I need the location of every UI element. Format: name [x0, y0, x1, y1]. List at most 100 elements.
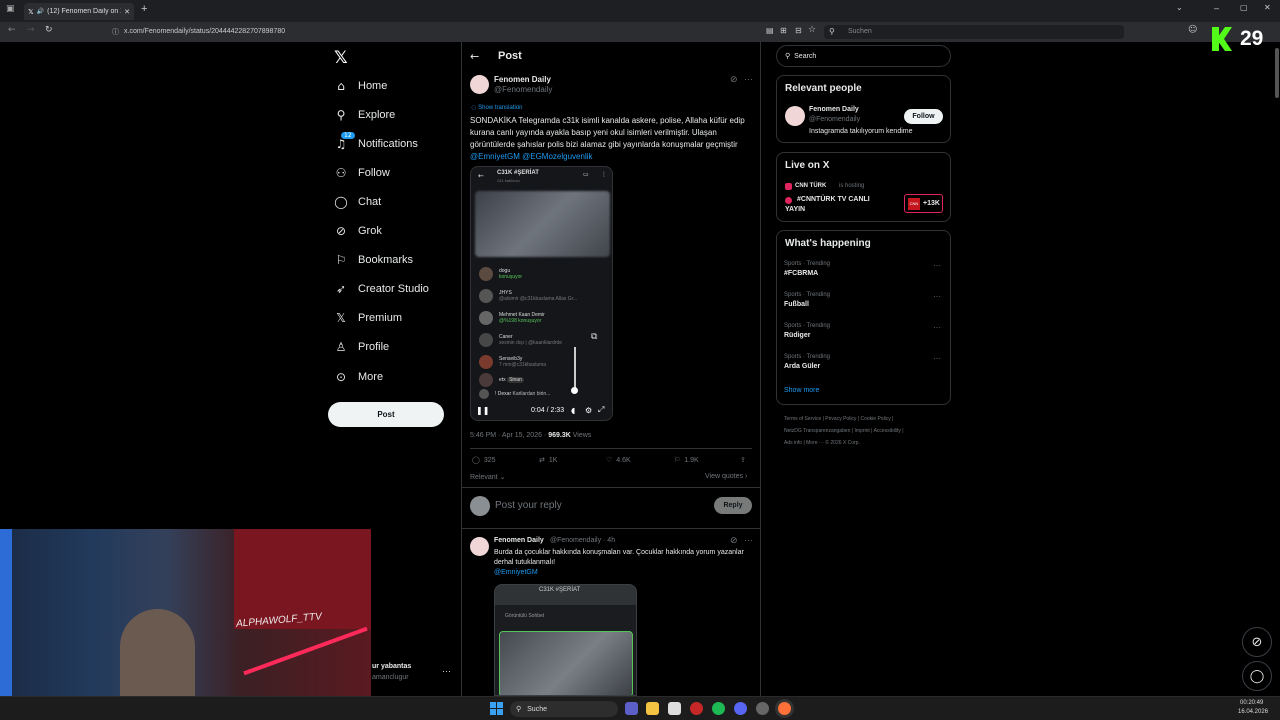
split-view-icon[interactable]: ⊟ — [795, 26, 802, 35]
show-more-link[interactable]: Show more — [784, 387, 819, 394]
spotify-icon[interactable] — [712, 702, 725, 715]
new-tab-button[interactable]: + — [141, 3, 147, 15]
teams-icon[interactable] — [625, 702, 638, 715]
settings-icon[interactable]: ⚙ — [585, 406, 592, 415]
account-name[interactable]: ur yabantas — [372, 663, 411, 670]
show-translation-link[interactable]: ◌ Show translation — [471, 104, 523, 111]
trend-name[interactable]: #FCBRMA — [784, 270, 818, 277]
nav-creator-studio[interactable]: ➶ Creator Studio — [334, 279, 429, 299]
nav-bookmarks[interactable]: ⚐ Bookmarks — [334, 250, 413, 270]
live-host[interactable]: CNN TÜRK — [795, 183, 826, 189]
nav-follow[interactable]: ⚇ Follow — [334, 163, 390, 183]
volume-knob[interactable] — [571, 387, 578, 394]
volume-icon[interactable]: ◖ — [571, 406, 575, 415]
reply-mention[interactable]: @EmniyetGM — [494, 569, 538, 576]
trend-more-icon[interactable]: ··· — [933, 292, 941, 301]
browser-tab-active[interactable]: 𝕏 🔊 (12) Fenomen Daily on X: "S ✕ — [24, 3, 134, 20]
account-more-icon[interactable]: ··· — [442, 666, 451, 676]
clock-time[interactable]: 00:20:49 — [1240, 700, 1263, 706]
follow-button[interactable]: Follow — [904, 109, 943, 124]
search-input[interactable]: ⚲ Search — [776, 45, 951, 67]
fullscreen-icon[interactable]: ⤢ — [598, 405, 604, 415]
grok-floating-button[interactable]: ⊘ — [1242, 627, 1272, 657]
reply-input[interactable]: Post your reply — [495, 500, 562, 511]
post-more-icon[interactable]: ··· — [744, 74, 753, 84]
person-name[interactable]: Fenomen Daily — [809, 106, 859, 113]
reply-button[interactable]: Reply — [714, 497, 752, 514]
store-icon[interactable] — [668, 702, 681, 715]
grok-explain-icon[interactable]: ⊘ — [730, 536, 738, 546]
reply-action[interactable]: ◯ 325 — [472, 456, 496, 464]
opera-icon[interactable] — [690, 702, 703, 715]
pause-icon[interactable]: ❚❚ — [476, 406, 489, 415]
volume-slider[interactable] — [574, 347, 576, 392]
browser-search-field[interactable]: ⚲ Suchen — [824, 25, 1124, 39]
bookmark-action[interactable]: ⚐ 1.9K — [674, 456, 699, 464]
window-close-button[interactable]: ✕ — [1264, 3, 1271, 12]
taskbar-search[interactable]: ⚲ Suche — [510, 701, 618, 717]
tab-close-icon[interactable]: ✕ — [124, 8, 130, 16]
view-quotes-link[interactable]: View quotes › — [705, 473, 747, 480]
forward-icon[interactable]: → — [27, 25, 35, 35]
url-field[interactable]: ⓘ x.com/Fenomendaily/status/204444228270… — [112, 25, 822, 39]
nav-home[interactable]: ⌂ Home — [334, 76, 387, 96]
minimize-button[interactable]: – — [1214, 3, 1219, 13]
share-action[interactable]: ⇪ — [740, 456, 746, 464]
nav-chat[interactable]: ◯ Chat — [334, 192, 381, 212]
trend-name[interactable]: Rüdiger — [784, 332, 810, 339]
footer-links[interactable]: Ads info | More ··· © 2026 X Corp. — [784, 440, 860, 446]
page-scrollbar[interactable] — [1275, 48, 1279, 98]
nav-grok[interactable]: ⊘ Grok — [334, 221, 382, 241]
firefox-icon[interactable] — [778, 702, 791, 715]
favorite-star-icon[interactable]: ☆ — [808, 25, 816, 35]
trend-more-icon[interactable]: ··· — [933, 323, 941, 332]
tab-overview-icon[interactable]: ▣ — [6, 4, 15, 14]
trend-more-icon[interactable]: ··· — [933, 354, 941, 363]
like-action[interactable]: ♡ 4.6K — [606, 456, 631, 464]
reader-icon[interactable]: ▤ — [766, 26, 774, 35]
back-arrow-icon[interactable]: ← — [470, 50, 479, 63]
avatar[interactable] — [470, 75, 489, 94]
trend-more-icon[interactable]: ··· — [933, 261, 941, 270]
reply-author-name[interactable]: Fenomen Daily — [494, 537, 544, 544]
reload-icon[interactable]: ↻ — [45, 25, 53, 35]
live-show-title[interactable]: #CNNTÜRK TV CANLI YAYIN — [785, 195, 885, 215]
nav-notifications[interactable]: ♫ 12 Notifications — [334, 132, 418, 154]
discord-icon[interactable] — [734, 702, 747, 715]
post-mentions[interactable]: @EmniyetGM @EGMozelguvenlik — [470, 152, 593, 161]
x-logo-icon[interactable]: 𝕏 — [334, 48, 348, 68]
reply-video[interactable]: C31K #ŞERİAT Görüntülü Sohbet — [494, 584, 637, 696]
nav-more[interactable]: ⊙ More — [334, 367, 383, 387]
reply-icon: ◯ — [472, 456, 480, 464]
footer-links[interactable]: Terms of Service | Privacy Policy | Cook… — [784, 416, 893, 422]
clock-date[interactable]: 16.04.2026 — [1238, 709, 1268, 715]
avatar[interactable] — [785, 106, 805, 126]
tab-list-chevron-icon[interactable]: ⌄ — [1176, 3, 1183, 12]
translate-icon[interactable]: ⊞ — [780, 26, 787, 35]
author-handle[interactable]: @Fenomendaily — [494, 85, 552, 94]
steam-icon[interactable] — [756, 702, 769, 715]
nav-premium[interactable]: 𝕏 Premium — [334, 308, 402, 328]
trend-name[interactable]: Fußball — [784, 301, 809, 308]
author-name[interactable]: Fenomen Daily — [494, 75, 551, 84]
windows-start-icon[interactable] — [490, 702, 503, 715]
repost-action[interactable]: ⇄ 1K — [539, 456, 557, 464]
back-icon[interactable]: ← — [8, 25, 16, 35]
site-info-icon[interactable]: ⓘ — [112, 25, 119, 39]
file-explorer-icon[interactable] — [646, 702, 659, 715]
nav-profile[interactable]: ♙ Profile — [334, 337, 390, 357]
grok-explain-icon[interactable]: ⊘ — [730, 75, 738, 85]
relevant-sort[interactable]: Relevant ⌄ — [470, 473, 505, 481]
messages-floating-button[interactable]: ◯ — [1242, 661, 1272, 691]
live-listeners[interactable]: CNN +13K — [904, 194, 943, 213]
reply-more-icon[interactable]: ··· — [744, 535, 753, 545]
post-video[interactable]: ← C31K #ŞERİAT 241 katılımcı ▭ ⋮ dogu kon… — [470, 166, 613, 421]
trend-name[interactable]: Arda Güler — [784, 363, 820, 370]
account-icon[interactable]: ☺ — [1188, 25, 1197, 35]
footer-links[interactable]: NetzDG Transparenzangaben | Imprint | Ac… — [784, 428, 904, 434]
audio-icon[interactable]: 🔊 — [37, 8, 44, 15]
nav-explore[interactable]: ⚲ Explore — [334, 105, 396, 125]
post-button[interactable]: Post — [328, 402, 444, 427]
maximize-button[interactable]: ▢ — [1240, 3, 1248, 12]
avatar[interactable] — [470, 537, 489, 556]
